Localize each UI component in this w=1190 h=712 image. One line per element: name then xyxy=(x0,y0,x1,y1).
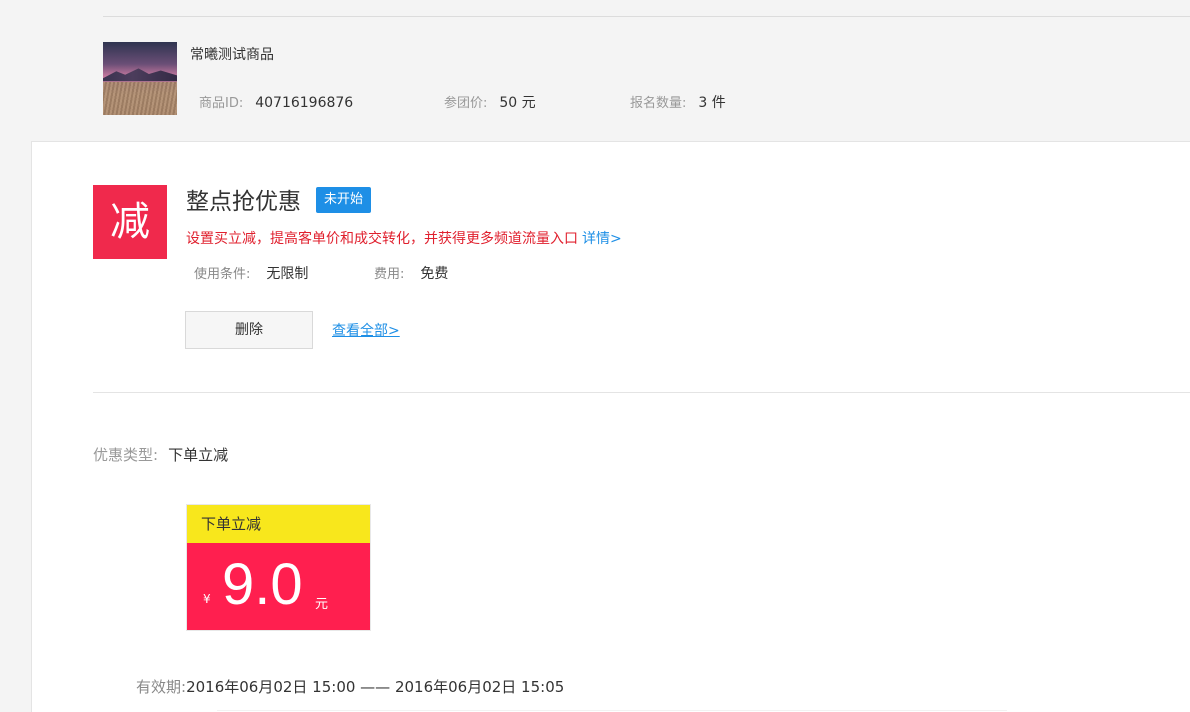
currency-unit: 元 xyxy=(315,597,329,612)
validity-period: 有效期:2016年06月02日 15:00 —— 2016年06月02日 15:… xyxy=(136,676,564,697)
coupon-body: ¥ 9.0 元 xyxy=(187,543,370,630)
coupon-title: 下单立减 xyxy=(187,505,370,543)
promo-title: 整点抢优惠 xyxy=(186,189,301,215)
promotion-card: 减 整点抢优惠 未开始 设置买立减，提高客单价和成交转化，并获得更多频道流量入口… xyxy=(31,141,1190,712)
validity-label: 有效期: xyxy=(136,678,187,696)
signup-quantity-value: 3 件 xyxy=(698,95,726,111)
usage-condition: 使用条件: 无限制 xyxy=(194,263,308,283)
product-header: 常曦测试商品 商品ID: 40716196876 参团价: 50 元 报名数量: 3 … xyxy=(0,0,1190,141)
fee: 费用: 免费 xyxy=(374,263,448,283)
product-id-label: 商品ID: xyxy=(199,96,244,111)
coupon-card: 下单立减 ¥ 9.0 元 xyxy=(186,504,371,631)
section-divider xyxy=(93,392,1190,393)
group-price-value: 50 元 xyxy=(499,95,536,111)
promo-description: 设置买立减，提高客单价和成交转化，并获得更多频道流量入口 详情> xyxy=(186,228,622,248)
promo-description-text: 设置买立减，提高客单价和成交转化，并获得更多频道流量入口 xyxy=(186,231,578,247)
view-all-link[interactable]: 查看全部> xyxy=(332,320,400,340)
detail-link[interactable]: 详情> xyxy=(582,231,622,247)
discount-type: 优惠类型: 下单立减 xyxy=(93,444,228,465)
discount-type-value: 下单立减 xyxy=(168,446,229,464)
usage-condition-label: 使用条件: xyxy=(194,267,251,282)
top-divider xyxy=(103,16,1190,17)
product-thumbnail[interactable] xyxy=(103,42,177,115)
product-name[interactable]: 常曦测试商品 xyxy=(190,44,274,64)
discount-type-label: 优惠类型: xyxy=(93,446,159,464)
validity-value: 2016年06月02日 15:00 —— 2016年06月02日 15:05 xyxy=(186,678,565,696)
fee-value: 免费 xyxy=(420,266,449,282)
discount-amount: 9.0 xyxy=(222,552,303,617)
product-id: 商品ID: 40716196876 xyxy=(199,92,353,111)
signup-quantity: 报名数量: 3 件 xyxy=(630,92,726,112)
discount-icon: 减 xyxy=(93,185,167,259)
currency-symbol: ¥ xyxy=(203,592,211,606)
fee-label: 费用: xyxy=(374,267,405,282)
status-badge: 未开始 xyxy=(316,187,372,213)
group-price-label: 参团价: xyxy=(444,96,488,111)
signup-quantity-label: 报名数量: xyxy=(630,96,687,111)
usage-condition-value: 无限制 xyxy=(266,266,309,282)
delete-button[interactable]: 删除 xyxy=(185,311,313,349)
product-id-value: 40716196876 xyxy=(255,95,354,111)
group-price: 参团价: 50 元 xyxy=(444,92,536,112)
